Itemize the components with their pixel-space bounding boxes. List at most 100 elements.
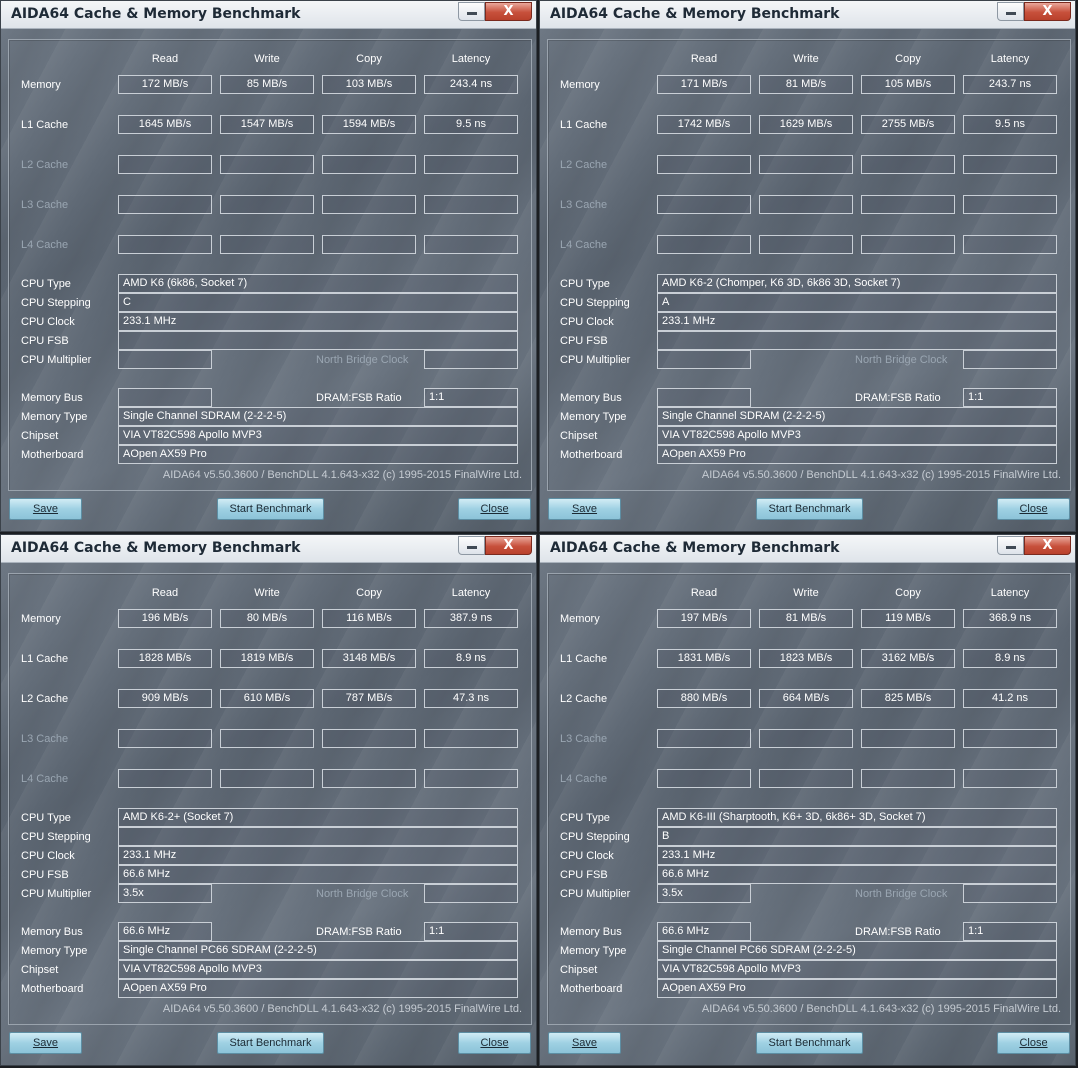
l2-copy: 825 MB/s — [861, 689, 955, 708]
start-benchmark-button[interactable]: Start Benchmark — [217, 1032, 324, 1054]
l2-copy — [861, 155, 955, 174]
l4-latency — [424, 769, 518, 788]
close-button[interactable]: Close — [458, 498, 531, 520]
l4-write — [220, 769, 314, 788]
l1-copy: 2755 MB/s — [861, 115, 955, 134]
cpu-clock-label: CPU Clock — [560, 316, 614, 328]
l2-cache-label: L2 Cache — [560, 693, 608, 705]
start-benchmark-button[interactable]: Start Benchmark — [756, 498, 863, 520]
save-button[interactable]: Save — [548, 498, 621, 520]
memory-type-value: Single Channel SDRAM (2-2-2-5) — [657, 407, 1057, 426]
l2-read: 880 MB/s — [657, 689, 751, 708]
l4-copy — [322, 769, 416, 788]
col-header-write: Write — [254, 53, 280, 65]
l4-write — [220, 235, 314, 254]
close-button[interactable]: Close — [458, 1032, 531, 1054]
l1-copy: 3162 MB/s — [861, 649, 955, 668]
north-bridge-clock-label: North Bridge Clock — [316, 888, 409, 900]
close-icon[interactable]: X — [1024, 2, 1071, 21]
cpu-stepping-value: A — [657, 293, 1057, 312]
col-header-latency: Latency — [990, 587, 1030, 599]
l4-read — [118, 769, 212, 788]
title-bar[interactable]: AIDA64 Cache & Memory Benchmark X — [540, 535, 1075, 563]
l3-copy — [322, 195, 416, 214]
l1-cache-label: L1 Cache — [21, 653, 69, 665]
l2-copy — [322, 155, 416, 174]
cpu-clock-value: 233.1 MHz — [118, 846, 518, 865]
dram-fsb-ratio-value: 1:1 — [963, 922, 1057, 941]
memory-type-value: Single Channel PC66 SDRAM (2-2-2-5) — [657, 941, 1057, 960]
l4-read — [657, 235, 751, 254]
cpu-clock-value: 233.1 MHz — [118, 312, 518, 331]
l2-latency — [424, 155, 518, 174]
l1-read: 1742 MB/s — [657, 115, 751, 134]
title-bar[interactable]: AIDA64 Cache & Memory Benchmark X — [1, 535, 536, 563]
save-button[interactable]: Save — [9, 498, 82, 520]
memory-type-label: Memory Type — [21, 945, 88, 957]
close-button[interactable]: Close — [997, 1032, 1070, 1054]
l1-copy: 1594 MB/s — [322, 115, 416, 134]
save-button[interactable]: Save — [9, 1032, 82, 1054]
results-panel: Read Write Copy Latency Memory 172 MB/s … — [8, 39, 532, 491]
memory-bus-label: Memory Bus — [21, 926, 83, 938]
close-icon[interactable]: X — [1024, 536, 1071, 555]
start-benchmark-button[interactable]: Start Benchmark — [756, 1032, 863, 1054]
version-text: AIDA64 v5.50.3600 / BenchDLL 4.1.643-x32… — [701, 469, 1061, 481]
l3-latency — [963, 729, 1057, 748]
results-panel: Read Write Copy Latency Memory 171 MB/s … — [547, 39, 1071, 491]
cpu-multiplier-label: CPU Multiplier — [560, 888, 631, 900]
l4-write — [759, 769, 853, 788]
cpu-stepping-value: B — [657, 827, 1057, 846]
dram-fsb-ratio-label: DRAM:FSB Ratio — [855, 392, 941, 404]
cpu-clock-label: CPU Clock — [21, 850, 75, 862]
l2-latency: 41.2 ns — [963, 689, 1057, 708]
minimize-icon[interactable] — [458, 2, 485, 21]
col-header-write: Write — [793, 53, 819, 65]
north-bridge-clock-value — [963, 350, 1057, 369]
memory-write: 85 MB/s — [220, 75, 314, 94]
motherboard-label: Motherboard — [21, 449, 84, 461]
memory-bus-value — [657, 388, 751, 407]
l1-write: 1547 MB/s — [220, 115, 314, 134]
memory-type-label: Memory Type — [560, 945, 627, 957]
memory-label: Memory — [560, 613, 600, 625]
chipset-label: Chipset — [21, 964, 59, 976]
version-text: AIDA64 v5.50.3600 / BenchDLL 4.1.643-x32… — [701, 1003, 1061, 1015]
memory-bus-label: Memory Bus — [560, 926, 622, 938]
title-bar[interactable]: AIDA64 Cache & Memory Benchmark X — [540, 1, 1075, 29]
minimize-icon[interactable] — [458, 536, 485, 555]
cpu-multiplier-label: CPU Multiplier — [560, 354, 631, 366]
l2-cache-label: L2 Cache — [21, 159, 69, 171]
memory-write: 81 MB/s — [759, 75, 853, 94]
motherboard-value: AOpen AX59 Pro — [657, 979, 1057, 998]
cpu-multiplier-value — [657, 350, 751, 369]
window-title: AIDA64 Cache & Memory Benchmark — [11, 6, 301, 22]
col-header-read: Read — [690, 53, 718, 65]
north-bridge-clock-value — [963, 884, 1057, 903]
results-panel: Read Write Copy Latency Memory 197 MB/s … — [547, 573, 1071, 1025]
l1-read: 1645 MB/s — [118, 115, 212, 134]
col-header-latency: Latency — [451, 587, 491, 599]
memory-latency: 243.7 ns — [963, 75, 1057, 94]
col-header-latency: Latency — [451, 53, 491, 65]
memory-label: Memory — [21, 613, 61, 625]
col-header-write: Write — [793, 587, 819, 599]
start-benchmark-button[interactable]: Start Benchmark — [217, 498, 324, 520]
cpu-type-value: AMD K6 (6k86, Socket 7) — [118, 274, 518, 293]
cpu-fsb-label: CPU FSB — [560, 869, 608, 881]
l1-latency: 9.5 ns — [963, 115, 1057, 134]
l1-read: 1828 MB/s — [118, 649, 212, 668]
title-bar[interactable]: AIDA64 Cache & Memory Benchmark X — [1, 1, 536, 29]
memory-write: 81 MB/s — [759, 609, 853, 628]
motherboard-label: Motherboard — [560, 449, 623, 461]
minimize-icon[interactable] — [997, 2, 1024, 21]
save-button[interactable]: Save — [548, 1032, 621, 1054]
close-button[interactable]: Close — [997, 498, 1070, 520]
close-icon[interactable]: X — [485, 536, 532, 555]
dram-fsb-ratio-value: 1:1 — [424, 388, 518, 407]
minimize-icon[interactable] — [997, 536, 1024, 555]
chipset-label: Chipset — [560, 964, 598, 976]
l1-write: 1819 MB/s — [220, 649, 314, 668]
l4-copy — [861, 769, 955, 788]
close-icon[interactable]: X — [485, 2, 532, 21]
